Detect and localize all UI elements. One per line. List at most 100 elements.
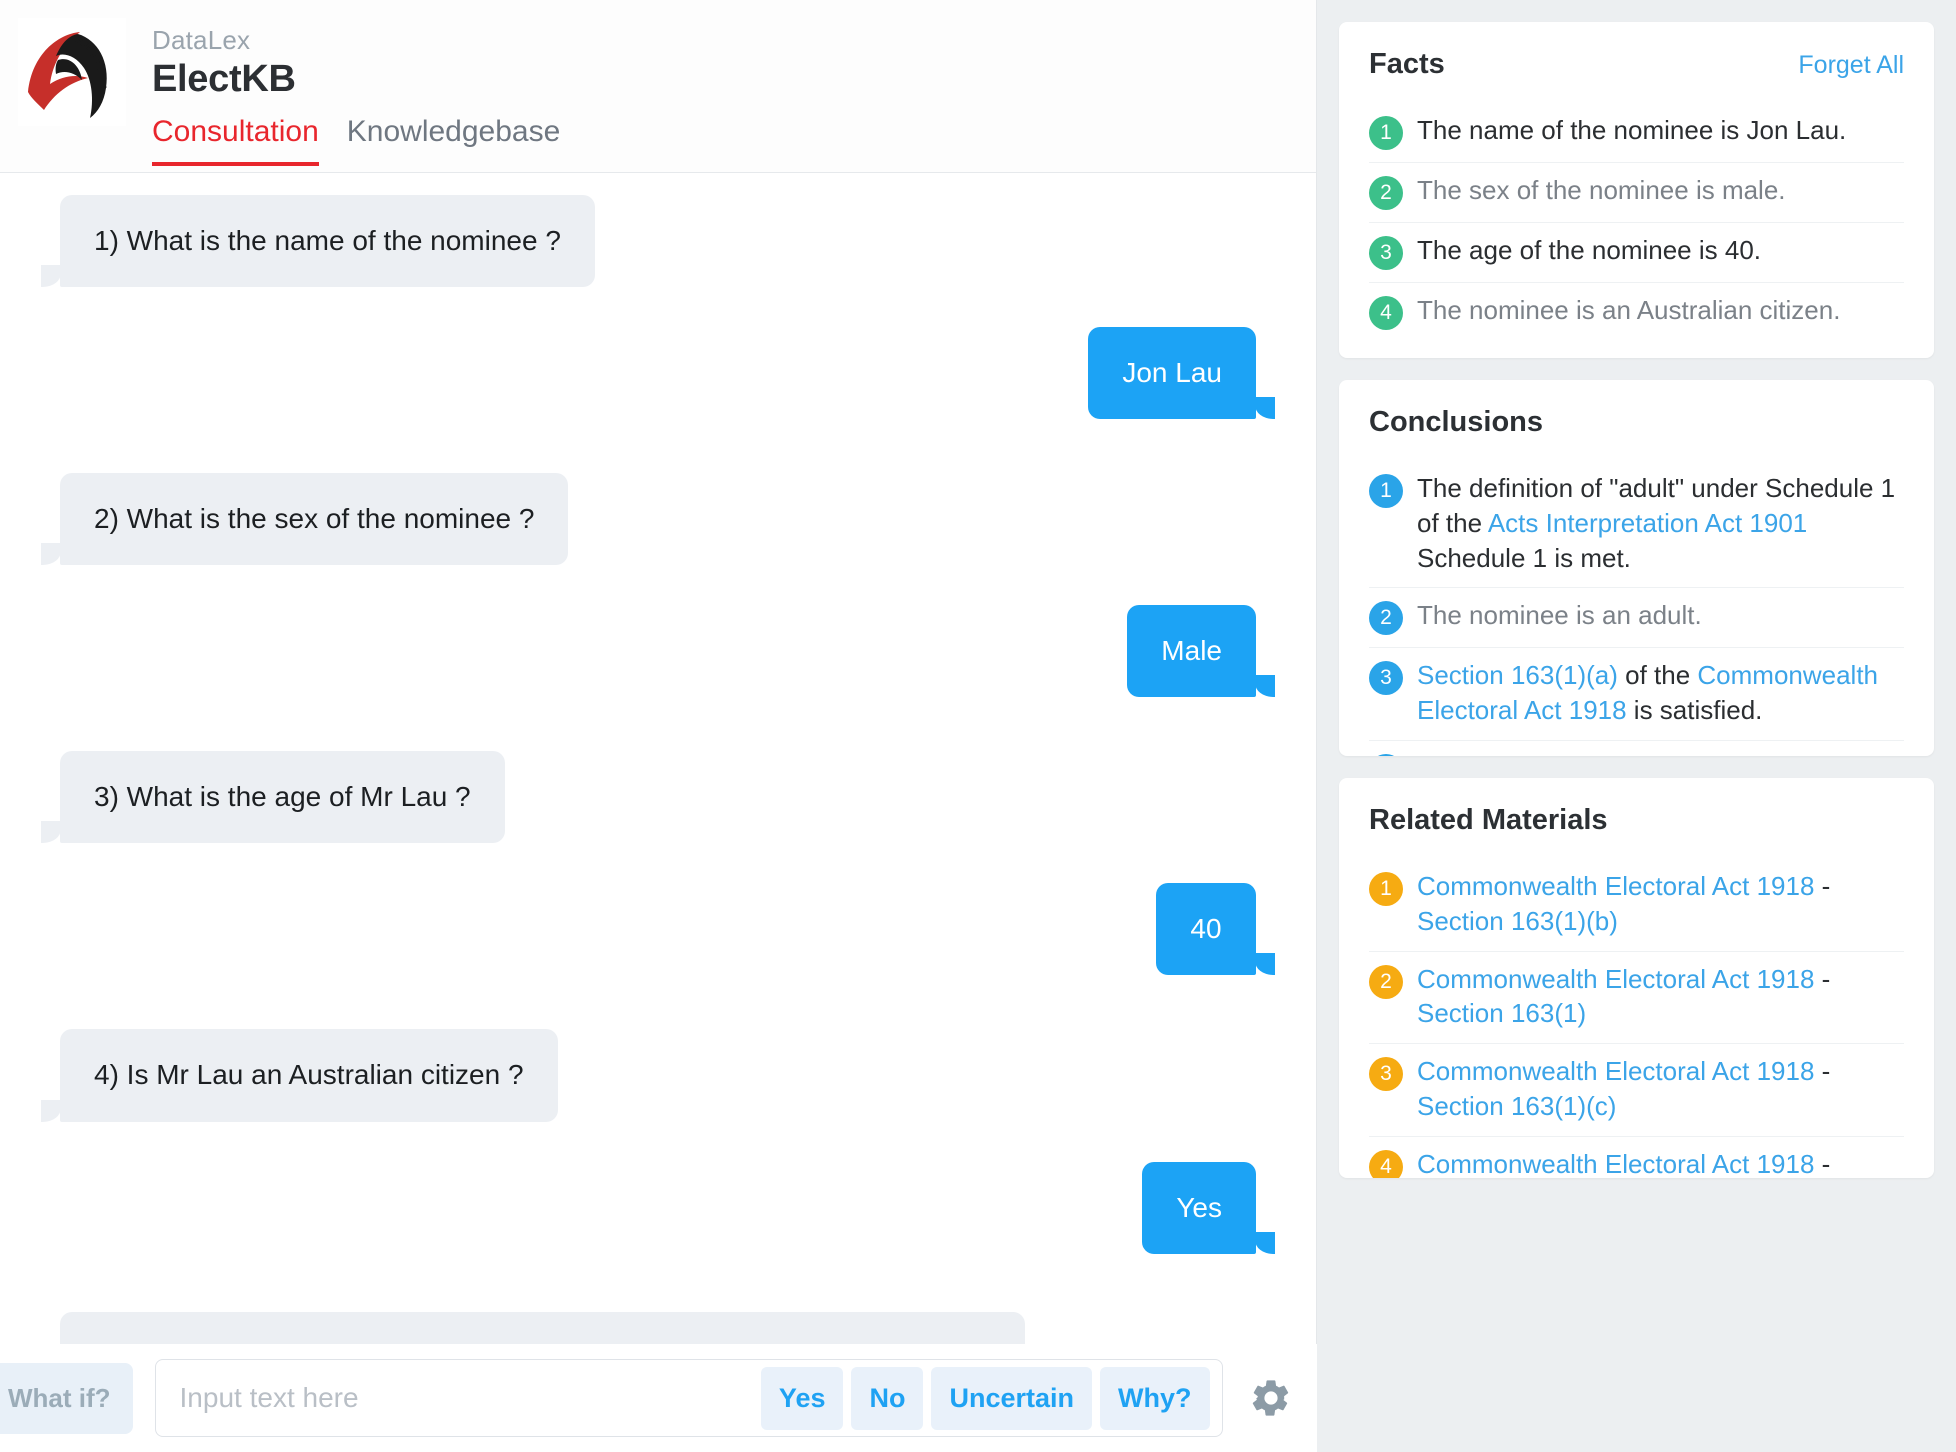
fact-row[interactable]: 4 The nominee is an Australian citizen. [1369,283,1904,342]
related-materials-title: Related Materials [1369,804,1608,836]
facts-card-header: Facts Forget All [1369,48,1904,81]
chat-gap [40,843,1276,883]
conclusion-row[interactable]: 4 Section 163(1)(b) of the Commonwealth [1369,741,1904,756]
conclusion-text: Section 163(1)(b) of the Commonwealth [1417,751,1904,756]
conclusion-text-part: Schedule 1 is met. [1417,542,1631,573]
related-material-text: Commonwealth Electoral Act 1918 - [1417,1147,1904,1178]
related-act-link[interactable]: Commonwealth Electoral Act 1918 [1417,1149,1814,1178]
related-materials-card: Related Materials 1 Commonwealth Elector… [1339,778,1934,1178]
knowledge-sidebar[interactable]: Facts Forget All 1 The name of the nomin… [1317,0,1956,1452]
chat-message-bot: 3) What is the age of Mr Lau ? [40,751,1276,844]
conclusion-link[interactable]: Section 163(1)(a) [1417,660,1618,690]
fact-number-badge: 3 [1369,236,1403,270]
related-section-link[interactable]: Section 163(1)(c) [1417,1091,1616,1121]
conclusion-link[interactable]: Commonwealth [1697,753,1878,756]
facts-title: Facts [1369,48,1445,80]
chat-gap [40,697,1276,751]
conclusion-row[interactable]: 3 Section 163(1)(a) of the Commonwealth … [1369,648,1904,742]
conclusion-number-badge: 3 [1369,661,1403,696]
bot-bubble-2: 2) What is the sex of the nominee ? [40,473,569,566]
related-number-badge: 1 [1369,872,1403,906]
fact-row[interactable]: 3 The age of the nominee is 40. [1369,223,1904,283]
app-header: A u s t L I I DataLex ElectKB Consultati… [0,0,1316,173]
related-section-link[interactable]: Section 163(1)(b) [1417,906,1618,936]
related-number-badge: 2 [1369,964,1403,999]
related-material-row[interactable]: 2 Commonwealth Electoral Act 1918 - Sect… [1369,952,1904,1045]
austlii-logo[interactable]: A u s t L I I [18,18,126,126]
related-act-link[interactable]: Commonwealth Electoral Act 1918 [1417,1056,1814,1086]
quick-answer-group: Yes No Uncertain Why? [760,1366,1210,1430]
bot-bubble-4: 4) Is Mr Lau an Australian citizen ? [41,1029,558,1122]
chat-message-user: Jon Lau [40,327,1276,420]
conclusion-link[interactable]: Section 163(1)(b) [1417,753,1618,756]
related-number-badge: 4 [1369,1149,1403,1178]
chat-message-user: 40 [40,883,1276,976]
conclusion-text-part: of the [1618,753,1698,756]
forget-all-button[interactable]: Forget All [1798,51,1904,80]
related-separator: - [1814,1056,1831,1087]
conclusion-number-badge: 1 [1369,474,1403,508]
fact-text: The nominee is an Australian citizen. [1417,295,1841,325]
related-material-row[interactable]: 1 Commonwealth Electoral Act 1918 - Sect… [1369,859,1904,952]
chat-gap [40,1122,1276,1162]
facts-card: Facts Forget All 1 The name of the nomin… [1339,22,1934,358]
chat-gap [40,975,1276,1029]
conclusion-text: The definition of "adult" under Schedule… [1417,471,1904,575]
answer-yes-button[interactable]: Yes [760,1366,844,1430]
conclusion-link[interactable]: Acts Interpretation Act 1901 [1488,508,1807,538]
user-bubble-3: 40 [1156,883,1275,976]
conclusion-text-part: of the [1617,660,1698,691]
consultation-pane: A u s t L I I DataLex ElectKB Consultati… [0,0,1317,1452]
conclusion-number-badge: 4 [1369,754,1403,756]
related-section-link[interactable]: Section 163(1) [1417,998,1586,1028]
fact-text: The name of the nominee is Jon Lau. [1417,115,1847,145]
page-title: ElectKB [152,57,296,100]
conclusions-title: Conclusions [1369,406,1544,438]
related-number-badge: 3 [1369,1057,1403,1092]
conclusion-row[interactable]: 2 The nominee is an adult. [1369,588,1904,649]
brand-supertitle: DataLex [152,25,251,55]
related-act-link[interactable]: Commonwealth Electoral Act 1918 [1417,964,1814,994]
related-material-text: Commonwealth Electoral Act 1918 - Sectio… [1417,1054,1904,1124]
chat-gap [40,1254,1276,1312]
bot-bubble-1: 1) What is the name of the nominee ? [41,195,595,288]
answer-uncertain-button[interactable]: Uncertain [931,1366,1093,1430]
related-materials-card-header: Related Materials [1369,804,1904,837]
related-separator: - [1814,1148,1831,1178]
fact-row[interactable]: 2 The sex of the nominee is male. [1369,163,1904,223]
answer-why-button[interactable]: Why? [1100,1366,1210,1430]
conclusions-card-header: Conclusions [1369,406,1904,439]
chat-message-bot: 1) What is the name of the nominee ? [40,195,1276,288]
chat-message-bot: 2) What is the sex of the nominee ? [40,473,1276,566]
conclusion-text: Section 163(1)(a) of the Commonwealth El… [1417,658,1904,728]
chat-transcript[interactable]: 1) What is the name of the nominee ? Jon… [0,173,1316,1452]
answer-no-button[interactable]: No [851,1366,924,1430]
conclusion-text-part: is satisfied. [1626,695,1763,726]
chat-input-shell[interactable]: Yes No Uncertain Why? [154,1359,1223,1437]
fact-text: The age of the nominee is 40. [1417,235,1762,265]
related-act-link[interactable]: Commonwealth Electoral Act 1918 [1417,871,1814,901]
chat-message-user: Male [40,605,1276,698]
chat-gap [40,287,1276,327]
fact-number-badge: 4 [1369,296,1403,330]
tab-consultation[interactable]: Consultation [152,114,319,166]
gear-icon[interactable] [1245,1372,1297,1424]
related-material-row[interactable]: 4 Commonwealth Electoral Act 1918 - [1369,1137,1904,1178]
chat-input-bar: What if? Yes No Uncertain Why? [0,1344,1317,1452]
fact-number-badge: 2 [1369,176,1403,210]
related-separator: - [1814,963,1831,994]
conclusion-row[interactable]: 1 The definition of "adult" under Schedu… [1369,461,1904,589]
chat-text-input[interactable] [179,1382,751,1414]
app-root: A u s t L I I DataLex ElectKB Consultati… [0,0,1956,1452]
chat-message-bot: 4) Is Mr Lau an Australian citizen ? [40,1029,1276,1122]
chat-message-user: Yes [40,1161,1276,1254]
related-material-text: Commonwealth Electoral Act 1918 - Sectio… [1417,962,1904,1032]
what-if-button[interactable]: What if? [0,1362,133,1434]
tab-knowledgebase[interactable]: Knowledgebase [347,114,561,166]
fact-row[interactable]: 1 The name of the nominee is Jon Lau. [1369,103,1904,163]
related-material-row[interactable]: 3 Commonwealth Electoral Act 1918 - Sect… [1369,1044,1904,1137]
user-bubble-4: Yes [1142,1161,1275,1254]
bot-bubble-3: 3) What is the age of Mr Lau ? [41,751,505,844]
conclusion-number-badge: 2 [1369,601,1403,636]
user-bubble-1: Jon Lau [1088,327,1275,420]
